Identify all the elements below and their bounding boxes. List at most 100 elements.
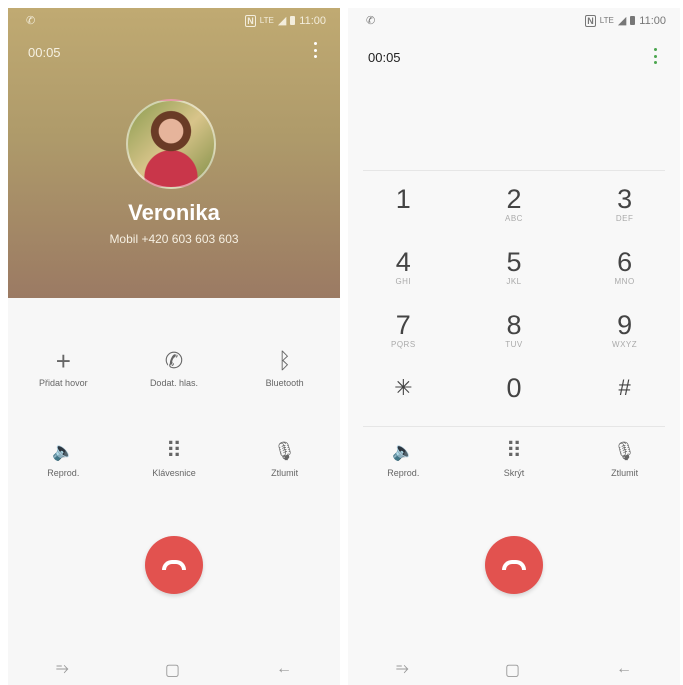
voicemail-label: Dodat. hlas. bbox=[149, 378, 198, 388]
key-letters: PQRS bbox=[390, 340, 416, 349]
mute-label: Ztlumit bbox=[611, 468, 639, 478]
call-actions-row-2: 🔈 Reprod. ⠿ Klávesnice 🎙 Ztlumit bbox=[8, 436, 340, 478]
hang-up-icon bbox=[502, 560, 526, 570]
signal-icon: ◢ bbox=[277, 15, 287, 27]
mute-button[interactable]: 🎙 Ztlumit bbox=[569, 436, 680, 478]
speaker-label: Reprod. bbox=[387, 468, 420, 478]
key-4[interactable]: 4 GHI bbox=[348, 247, 459, 310]
recent-apps-icon[interactable]: ⥱ bbox=[56, 660, 69, 680]
nfc-icon: N bbox=[585, 14, 596, 27]
signal-icon: ◢ bbox=[617, 15, 627, 27]
key-digit: # bbox=[618, 375, 631, 400]
home-icon[interactable]: ▢ bbox=[165, 660, 180, 680]
speaker-label: Reprod. bbox=[47, 468, 80, 478]
keypad-icon: ⠿ bbox=[505, 438, 523, 463]
keypad-row-2: 4 GHI 5 JKL 6 MNO bbox=[348, 247, 680, 310]
hide-keypad-button[interactable]: ⠿ Skrýt bbox=[459, 436, 570, 478]
call-timer: 00:05 bbox=[368, 50, 401, 65]
contact-number: Mobil +420 603 603 603 bbox=[109, 232, 239, 246]
key-9[interactable]: 9 WXYZ bbox=[569, 310, 680, 373]
more-options-icon[interactable] bbox=[314, 42, 318, 58]
speaker-icon: 🔈 bbox=[52, 441, 75, 461]
battery-icon bbox=[630, 16, 636, 25]
key-digit: ✳ bbox=[394, 375, 413, 400]
navigation-bar: ⥱ ▢ ← bbox=[348, 660, 680, 680]
key-8[interactable]: 8 TUV bbox=[459, 310, 570, 373]
key-2[interactable]: 2 ABC bbox=[459, 184, 570, 247]
bluetooth-label: Bluetooth bbox=[265, 378, 304, 388]
battery-icon bbox=[290, 16, 296, 25]
end-call-button[interactable] bbox=[145, 536, 203, 594]
key-1[interactable]: 1 bbox=[348, 184, 459, 247]
key-digit: 3 bbox=[617, 184, 633, 214]
speaker-button[interactable]: 🔈 Reprod. bbox=[348, 436, 459, 478]
in-call-screen: ✆ N LTE ◢ 11:00 00:05 Veronika Mobil +42… bbox=[8, 8, 340, 685]
keypad-row-1: 1 2 ABC 3 DEF bbox=[348, 184, 680, 247]
key-6[interactable]: 6 MNO bbox=[569, 247, 680, 310]
call-timer: 00:05 bbox=[28, 45, 61, 60]
speaker-icon: 🔈 bbox=[392, 441, 415, 461]
speaker-button[interactable]: 🔈 Reprod. bbox=[8, 436, 119, 478]
nfc-icon: N bbox=[245, 14, 256, 27]
hang-up-icon bbox=[162, 560, 186, 570]
key-letters: DEF bbox=[615, 214, 634, 223]
key-5[interactable]: 5 JKL bbox=[459, 247, 570, 310]
call-status-icon: ✆ bbox=[26, 15, 36, 27]
keypad-button[interactable]: ⠿ Klávesnice bbox=[119, 436, 230, 478]
key-digit: 2 bbox=[506, 184, 522, 214]
key-letters: WXYZ bbox=[612, 340, 638, 349]
key-digit: 4 bbox=[395, 247, 411, 277]
plus-icon: + bbox=[55, 346, 71, 376]
call-status-icon: ✆ bbox=[366, 15, 376, 27]
voicemail-button[interactable]: ✆ Dodat. hlas. bbox=[119, 346, 230, 388]
key-digit: 9 bbox=[617, 310, 633, 340]
hide-keypad-label: Skrýt bbox=[503, 468, 525, 478]
back-icon[interactable]: ← bbox=[276, 660, 292, 680]
key-digit: 0 bbox=[506, 373, 522, 403]
contact-name: Veronika bbox=[128, 200, 220, 225]
key-digit: 1 bbox=[395, 184, 411, 214]
in-call-keypad-screen: ✆ N LTE ◢ 11:00 00:05 1 2 ABC 3 DEF 4 GHI 5… bbox=[348, 8, 680, 685]
key-letters: JKL bbox=[506, 277, 522, 286]
add-call-button[interactable]: + Přidat hovor bbox=[8, 346, 119, 388]
voicemail-call-icon: ✆ bbox=[164, 348, 184, 373]
key-letters: GHI bbox=[395, 277, 412, 286]
contact-avatar bbox=[126, 99, 216, 189]
keypad-row-3: 7 PQRS 8 TUV 9 WXYZ bbox=[348, 310, 680, 373]
mute-mic-icon: 🎙 bbox=[613, 441, 637, 461]
home-icon[interactable]: ▢ bbox=[505, 660, 520, 680]
end-call-button[interactable] bbox=[485, 536, 543, 594]
mute-button[interactable]: 🎙 Ztlumit bbox=[229, 436, 340, 478]
bluetooth-icon: ᛒ bbox=[278, 348, 292, 373]
add-call-label: Přidat hovor bbox=[39, 378, 88, 388]
key-7[interactable]: 7 PQRS bbox=[348, 310, 459, 373]
key-digit: 8 bbox=[506, 310, 522, 340]
status-time: 11:00 bbox=[639, 14, 666, 27]
status-bar: ✆ N LTE ◢ 11:00 bbox=[8, 8, 340, 34]
bluetooth-button[interactable]: ᛒ Bluetooth bbox=[229, 346, 340, 388]
network-type: LTE bbox=[599, 16, 614, 25]
status-time: 11:00 bbox=[299, 14, 326, 27]
key-3[interactable]: 3 DEF bbox=[569, 184, 680, 247]
call-actions-row-1: + Přidat hovor ✆ Dodat. hlas. ᛒ Bluetoot… bbox=[8, 346, 340, 388]
key-letters: MNO bbox=[614, 277, 635, 286]
key-letters: TUV bbox=[505, 340, 523, 349]
keypad-label: Klávesnice bbox=[152, 468, 196, 478]
keypad-icon: ⠿ bbox=[165, 438, 183, 463]
key-digit: 5 bbox=[506, 247, 522, 277]
network-type: LTE bbox=[259, 16, 274, 25]
key-letters: ABC bbox=[504, 214, 523, 223]
status-bar: ✆ N LTE ◢ 11:00 bbox=[348, 8, 680, 34]
navigation-bar: ⥱ ▢ ← bbox=[8, 660, 340, 680]
back-icon[interactable]: ← bbox=[616, 660, 632, 680]
keypad-top-divider bbox=[363, 170, 665, 171]
more-options-icon[interactable] bbox=[654, 48, 658, 64]
key-digit: 6 bbox=[617, 247, 633, 277]
key-digit: 7 bbox=[395, 310, 411, 340]
call-actions-row: 🔈 Reprod. ⠿ Skrýt 🎙 Ztlumit bbox=[348, 436, 680, 478]
keypad-bottom-divider bbox=[363, 426, 665, 427]
caller-header: ✆ N LTE ◢ 11:00 00:05 Veronika Mobil +42… bbox=[8, 8, 340, 298]
recent-apps-icon[interactable]: ⥱ bbox=[396, 660, 409, 680]
mute-mic-icon: 🎙 bbox=[273, 441, 297, 461]
mute-label: Ztlumit bbox=[271, 468, 299, 478]
